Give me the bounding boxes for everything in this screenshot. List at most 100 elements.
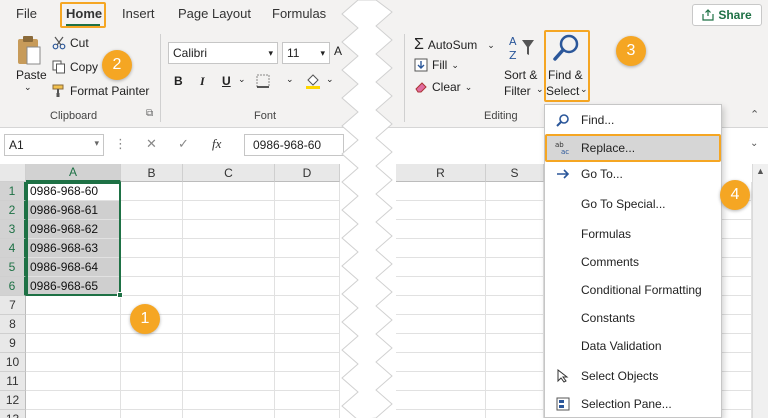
column-header[interactable]: S — [486, 164, 544, 182]
cell[interactable] — [486, 353, 544, 372]
enter-icon[interactable]: ✓ — [178, 136, 189, 152]
menu-item-formulas[interactable]: Formulas — [545, 221, 721, 247]
menu-item-constants[interactable]: Constants — [545, 305, 721, 331]
cell[interactable] — [396, 334, 486, 353]
cancel-icon[interactable]: ✕ — [146, 136, 157, 152]
cell[interactable] — [486, 258, 544, 277]
cell[interactable] — [183, 239, 275, 258]
cell[interactable] — [183, 410, 275, 418]
cell[interactable] — [121, 353, 183, 372]
cut-button[interactable]: Cut — [52, 36, 89, 50]
menu-item-comments[interactable]: Comments — [545, 249, 721, 275]
expand-formula-bar-icon[interactable]: ⌄ — [750, 138, 758, 149]
cell[interactable] — [275, 315, 340, 334]
cell[interactable] — [396, 258, 486, 277]
bold-button[interactable]: B — [174, 74, 183, 88]
cell[interactable] — [121, 220, 183, 239]
cell[interactable] — [121, 372, 183, 391]
chevron-down-icon[interactable]: ⌄ — [286, 74, 294, 85]
share-button[interactable]: Share — [692, 4, 762, 26]
cell[interactable] — [396, 201, 486, 220]
menu-item-select-objects[interactable]: Select Objects — [545, 363, 721, 389]
column-header[interactable]: C — [183, 164, 275, 182]
menu-item-conditional-formatting[interactable]: Conditional Formatting — [545, 277, 721, 303]
cell[interactable] — [396, 315, 486, 334]
cell[interactable]: 0986-968-61 — [26, 201, 121, 220]
cell[interactable] — [396, 277, 486, 296]
row-header[interactable]: 5 — [0, 258, 26, 277]
row-header[interactable]: 10 — [0, 353, 26, 372]
collapse-ribbon-icon[interactable]: ⌃ — [750, 108, 759, 121]
select-all-button[interactable] — [0, 164, 26, 182]
cell[interactable] — [275, 391, 340, 410]
row-header[interactable]: 6 — [0, 277, 26, 296]
row-header[interactable]: 11 — [0, 372, 26, 391]
cell[interactable] — [275, 201, 340, 220]
cell[interactable] — [486, 296, 544, 315]
cell[interactable] — [275, 258, 340, 277]
cell[interactable] — [26, 372, 121, 391]
column-header[interactable]: B — [121, 164, 183, 182]
cell[interactable] — [26, 296, 121, 315]
row-header[interactable]: 3 — [0, 220, 26, 239]
cell[interactable] — [121, 277, 183, 296]
cell[interactable] — [121, 182, 183, 201]
cell[interactable] — [183, 353, 275, 372]
fill-button[interactable]: Fill ⌄ — [414, 58, 459, 72]
cell[interactable] — [121, 334, 183, 353]
cell[interactable]: 0986-968-64 — [26, 258, 121, 277]
cell[interactable] — [396, 182, 486, 201]
cell[interactable] — [396, 296, 486, 315]
cell[interactable] — [486, 391, 544, 410]
cell[interactable]: 0986-968-62 — [26, 220, 121, 239]
italic-button[interactable]: I — [200, 74, 205, 89]
cell[interactable] — [183, 201, 275, 220]
scroll-up-icon[interactable]: ▲ — [756, 166, 765, 176]
cell[interactable] — [121, 410, 183, 418]
cell[interactable] — [183, 372, 275, 391]
cell[interactable] — [26, 391, 121, 410]
cell[interactable] — [275, 334, 340, 353]
row-header[interactable]: 9 — [0, 334, 26, 353]
cell[interactable] — [183, 182, 275, 201]
tab-file[interactable]: File — [16, 6, 37, 21]
cell[interactable] — [486, 182, 544, 201]
cell[interactable] — [486, 239, 544, 258]
cell[interactable] — [275, 353, 340, 372]
cell[interactable] — [121, 239, 183, 258]
paste-button[interactable]: Paste ⌄ — [10, 36, 50, 96]
cell[interactable] — [26, 410, 121, 418]
cell[interactable] — [486, 315, 544, 334]
fill-color-icon[interactable] — [304, 72, 322, 90]
cell[interactable] — [26, 315, 121, 334]
cell[interactable] — [26, 353, 121, 372]
cell[interactable] — [396, 410, 486, 418]
row-header[interactable]: 7 — [0, 296, 26, 315]
column-header[interactable]: A — [26, 164, 121, 182]
row-header[interactable]: 12 — [0, 391, 26, 410]
fill-handle[interactable] — [117, 292, 123, 298]
cell[interactable] — [275, 410, 340, 418]
menu-item-find[interactable]: Find... — [545, 107, 721, 133]
cell[interactable] — [183, 391, 275, 410]
cell[interactable] — [183, 277, 275, 296]
vertical-scrollbar[interactable]: ▲ — [752, 164, 768, 418]
cell[interactable] — [275, 277, 340, 296]
column-header[interactable]: D — [275, 164, 340, 182]
cell[interactable] — [183, 220, 275, 239]
cell[interactable] — [486, 277, 544, 296]
cell[interactable] — [396, 220, 486, 239]
cell[interactable] — [486, 372, 544, 391]
row-header[interactable]: 13 — [0, 410, 26, 418]
row-header[interactable]: 1 — [0, 182, 26, 201]
cell[interactable] — [183, 296, 275, 315]
chevron-down-icon[interactable]: ⌄ — [238, 74, 246, 85]
format-painter-button[interactable]: Format Painter — [52, 84, 149, 98]
tab-insert[interactable]: Insert — [122, 6, 155, 21]
tab-page-layout[interactable]: Page Layout — [178, 6, 251, 21]
cell[interactable] — [183, 315, 275, 334]
cell[interactable] — [275, 372, 340, 391]
tab-formulas[interactable]: Formulas — [272, 6, 326, 21]
underline-button[interactable]: U — [222, 74, 231, 88]
cell[interactable] — [183, 334, 275, 353]
